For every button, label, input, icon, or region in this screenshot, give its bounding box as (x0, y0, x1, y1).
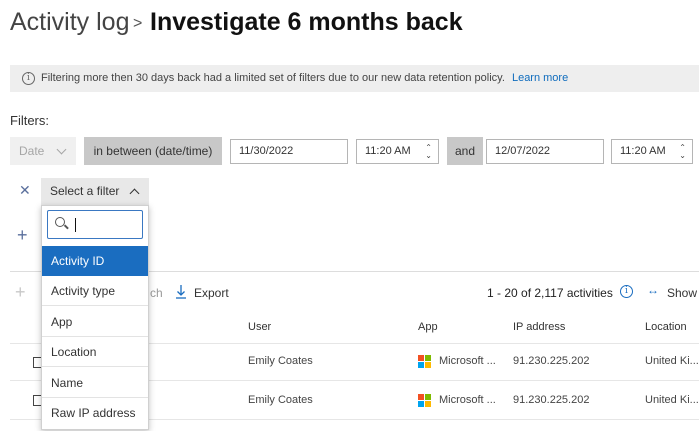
search-icon (55, 217, 65, 227)
info-banner: i Filtering more then 30 days back had a… (10, 65, 699, 92)
cell-user: Emily Coates (248, 355, 313, 367)
select-filter-dropdown[interactable]: Select a filter (41, 178, 149, 205)
filter-field-dropdown[interactable]: Date (10, 137, 76, 165)
microsoft-logo-icon (418, 394, 431, 407)
banner-message: Filtering more then 30 days back had a l… (41, 72, 505, 84)
to-time-input[interactable]: 11:20 AM ⌃ ⌄ (611, 139, 693, 164)
chevron-down-icon (56, 144, 67, 155)
filter-option-location[interactable]: Location (42, 337, 148, 367)
search-action-label[interactable]: ch (150, 286, 163, 300)
select-filter-label: Select a filter (50, 184, 120, 198)
filter-options-dropdown: Activity ID Activity type App Location N… (41, 205, 149, 430)
microsoft-logo-icon (418, 355, 431, 368)
filter-option-app[interactable]: App (42, 307, 148, 337)
cell-app: Microsoft ... (439, 394, 496, 406)
column-header-app[interactable]: App (418, 321, 438, 333)
from-date-input[interactable]: 11/30/2022 (230, 139, 348, 164)
filter-operator[interactable]: in between (date/time) (84, 137, 222, 165)
banner-text: Filtering more then 30 days back had a l… (41, 72, 568, 84)
page-title: Investigate 6 months back (150, 8, 463, 36)
cell-location: United Ki... (645, 394, 699, 406)
time-spinner-icon[interactable]: ⌃ ⌄ (425, 144, 432, 160)
cell-location: United Ki... (645, 355, 699, 367)
cell-app: Microsoft ... (439, 355, 496, 367)
and-label: and (447, 137, 483, 165)
from-time-value: 11:20 AM (365, 145, 411, 157)
learn-more-link[interactable]: Learn more (512, 72, 568, 84)
text-caret (75, 218, 76, 232)
arrows-icon[interactable]: ↔ (647, 283, 659, 297)
cell-ip-address: 91.230.225.202 (513, 355, 590, 367)
cell-ip-address: 91.230.225.202 (513, 394, 590, 406)
to-time-value: 11:20 AM (620, 145, 666, 157)
filter-option-name[interactable]: Name (42, 368, 148, 398)
column-header-ip-address[interactable]: IP address (513, 321, 565, 333)
filter-option-raw-ip-address[interactable]: Raw IP address (42, 398, 148, 428)
time-spinner-icon[interactable]: ⌃ ⌄ (679, 144, 686, 160)
breadcrumb-separator: > (133, 15, 143, 32)
filter-option-activity-type[interactable]: Activity type (42, 276, 148, 306)
filters-label: Filters: (10, 113, 49, 128)
activity-count: 1 - 20 of 2,117 activities (487, 286, 613, 300)
new-policy-icon[interactable]: + (15, 282, 26, 303)
breadcrumb-activity-log[interactable]: Activity log (10, 8, 129, 37)
cell-user: Emily Coates (248, 394, 313, 406)
filter-search-input[interactable] (47, 210, 143, 239)
export-button[interactable]: Export (194, 286, 229, 300)
filter-option-activity-id[interactable]: Activity ID (42, 246, 148, 276)
add-filter-icon[interactable]: + (17, 225, 28, 246)
column-header-location[interactable]: Location (645, 321, 687, 333)
remove-filter-icon[interactable]: ✕ (19, 182, 31, 199)
filter-field-value: Date (19, 144, 45, 158)
download-icon[interactable] (176, 285, 186, 299)
to-date-input[interactable]: 12/07/2022 (486, 139, 604, 164)
info-icon[interactable]: i (620, 285, 633, 298)
chevron-up-icon (129, 188, 140, 199)
column-header-user[interactable]: User (248, 321, 271, 333)
info-icon: i (22, 72, 35, 85)
show-button[interactable]: Show (667, 286, 697, 300)
from-time-input[interactable]: 11:20 AM ⌃ ⌄ (356, 139, 439, 164)
